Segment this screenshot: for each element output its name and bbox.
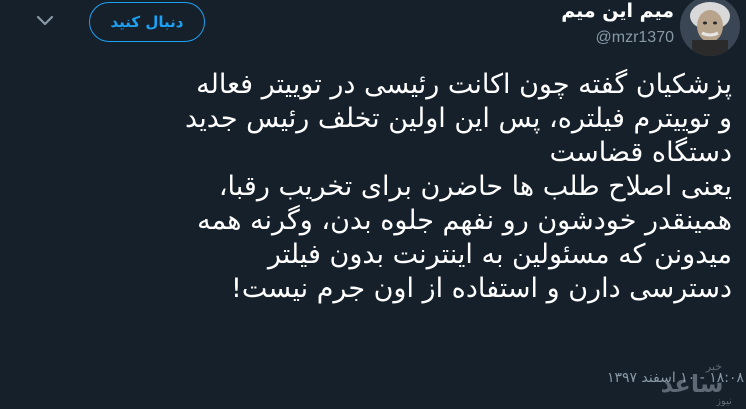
tweet-line: و توییترم فیلتره، پس این اولین تخلف رئیس… (185, 103, 732, 134)
tweet-line: همینقدر خودشون رو نفهم جلوه بدن، وگرنه ه… (197, 205, 732, 236)
watermark-logo: خبر ساعد نیوز (661, 360, 732, 406)
tweet-header: دنبال کنید میم این میم @mzr1370 (0, 0, 746, 60)
follow-button[interactable]: دنبال کنید (89, 2, 205, 42)
tweet-card: دنبال کنید میم این میم @mzr1370 پزشکیان … (0, 0, 746, 409)
tweet-line: دستگاه قضاست (549, 137, 732, 168)
avatar-image (680, 0, 740, 56)
tweet-line: یعنی اصلاح طلب ها حاضرن برای تخریب رقبا، (218, 171, 732, 202)
avatar[interactable] (680, 0, 740, 56)
tweet-line: دسترسی دارن و استفاده از اون جرم نیست! (231, 273, 732, 304)
chevron-down-icon[interactable] (36, 15, 54, 27)
tweet-text: پزشکیان گفته چون اکانت رئیسی در توییتر ف… (12, 68, 732, 306)
display-name[interactable]: میم این میم (561, 0, 674, 22)
tweet-line: میدونن که مسئولین به اینترنت بدون فیلتر (267, 239, 732, 270)
tweet-line: پزشکیان گفته چون اکانت رئیسی در توییتر ف… (196, 69, 732, 100)
svg-text:نیوز: نیوز (715, 396, 732, 406)
user-handle[interactable]: @mzr1370 (596, 29, 675, 47)
svg-text:ساعد: ساعد (661, 370, 724, 398)
